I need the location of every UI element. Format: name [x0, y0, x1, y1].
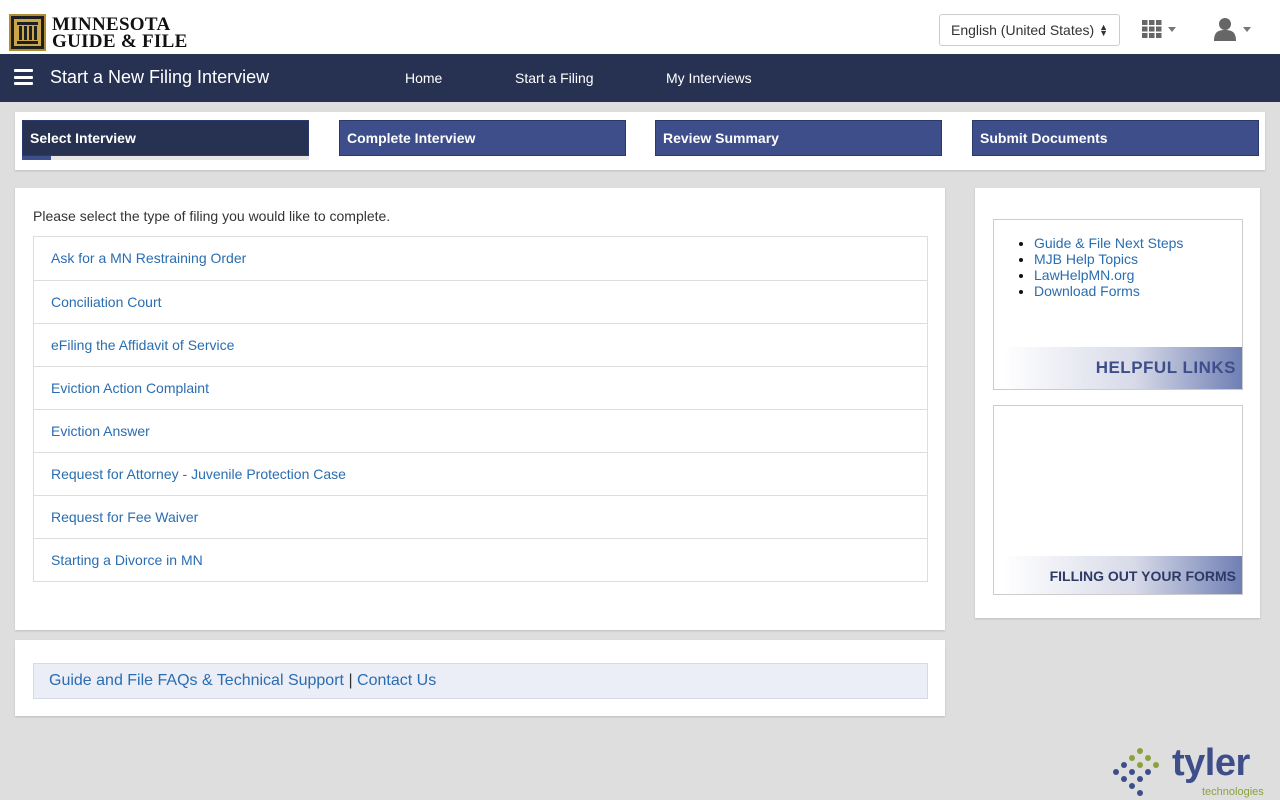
top-header: MINNESOTA GUIDE & FILE English (United S…: [0, 0, 1280, 54]
tyler-wordmark: tyler: [1172, 742, 1250, 784]
main-navbar: Start a New Filing Interview Home Start …: [0, 54, 1280, 102]
step-progress-bar: [22, 156, 309, 160]
nav-link-start-filing[interactable]: Start a Filing: [515, 70, 594, 86]
step-review-summary[interactable]: Review Summary: [655, 120, 942, 156]
faq-support-link[interactable]: Guide and File FAQs & Technical Support: [49, 672, 344, 689]
logo-text: MINNESOTA GUIDE & FILE: [52, 13, 188, 52]
list-item: Download Forms: [1034, 283, 1183, 299]
grid-apps-icon: [1142, 20, 1162, 38]
list-item[interactable]: Eviction Action Complaint: [34, 366, 927, 409]
list-item[interactable]: eFiling the Affidavit of Service: [34, 323, 927, 366]
user-avatar-icon: [1214, 18, 1236, 41]
helpful-links-banner: HELPFUL LINKS: [1003, 347, 1242, 389]
step-submit-documents[interactable]: Submit Documents: [972, 120, 1259, 156]
wizard-steps: Select Interview Complete Interview Revi…: [15, 112, 1265, 170]
language-select-value: English (United States): [951, 22, 1095, 38]
logo-line-2: GUIDE & FILE: [52, 30, 188, 52]
filing-prompt: Please select the type of filing you wou…: [33, 208, 391, 224]
list-item[interactable]: Request for Fee Waiver: [34, 495, 927, 538]
helpful-link[interactable]: Download Forms: [1034, 283, 1140, 299]
page-title: Start a New Filing Interview: [50, 67, 270, 87]
language-select[interactable]: English (United States) ▲ ▼: [939, 14, 1120, 46]
sidebar-panel: Guide & File Next Steps MJB Help Topics …: [975, 188, 1260, 618]
helpful-link[interactable]: LawHelpMN.org: [1034, 267, 1134, 283]
link-separator: |: [348, 672, 353, 689]
filing-type-panel: Please select the type of filing you wou…: [15, 188, 945, 630]
list-item[interactable]: Starting a Divorce in MN: [34, 538, 927, 581]
contact-us-link[interactable]: Contact Us: [357, 672, 436, 689]
courthouse-pillar-icon: [9, 14, 46, 51]
logo-line-1: MINNESOTA: [52, 13, 171, 35]
helpful-link[interactable]: Guide & File Next Steps: [1034, 235, 1183, 251]
hamburger-menu-icon[interactable]: [14, 69, 33, 85]
list-item: LawHelpMN.org: [1034, 267, 1183, 283]
nav-link-home[interactable]: Home: [405, 70, 442, 86]
list-item[interactable]: Conciliation Court: [34, 280, 927, 323]
filling-forms-box[interactable]: FILLING OUT YOUR FORMS: [993, 405, 1243, 595]
step-complete-interview[interactable]: Complete Interview: [339, 120, 626, 156]
filing-type-list: Ask for a MN Restraining Order Conciliat…: [33, 236, 928, 582]
user-menu-button[interactable]: [1213, 17, 1251, 41]
helpful-links-box: Guide & File Next Steps MJB Help Topics …: [993, 219, 1243, 390]
filling-forms-banner: FILLING OUT YOUR FORMS: [1003, 556, 1242, 594]
apps-menu-button[interactable]: [1142, 20, 1176, 38]
helpful-links-list: Guide & File Next Steps MJB Help Topics …: [1034, 235, 1183, 299]
list-item: Guide & File Next Steps: [1034, 235, 1183, 251]
mn-guide-file-logo[interactable]: MINNESOTA GUIDE & FILE: [9, 14, 188, 51]
chevron-down-icon: [1243, 26, 1251, 32]
tyler-technologies-logo: tyler technologies: [1110, 742, 1264, 800]
helpful-link[interactable]: MJB Help Topics: [1034, 251, 1138, 267]
chevron-down-icon: [1168, 26, 1176, 32]
support-footer: Guide and File FAQs & Technical Support …: [15, 640, 945, 716]
support-links-bar: Guide and File FAQs & Technical Support …: [33, 663, 928, 699]
list-item: MJB Help Topics: [1034, 251, 1183, 267]
tyler-subtext: technologies: [1202, 786, 1264, 798]
list-item[interactable]: Ask for a MN Restraining Order: [34, 237, 927, 280]
nav-link-my-interviews[interactable]: My Interviews: [666, 70, 752, 86]
step-select-interview[interactable]: Select Interview: [22, 120, 309, 156]
list-item[interactable]: Request for Attorney - Juvenile Protecti…: [34, 452, 927, 495]
select-caret-icon: ▲ ▼: [1099, 22, 1108, 38]
tyler-dots-icon: [1113, 748, 1159, 796]
list-item[interactable]: Eviction Answer: [34, 409, 927, 452]
